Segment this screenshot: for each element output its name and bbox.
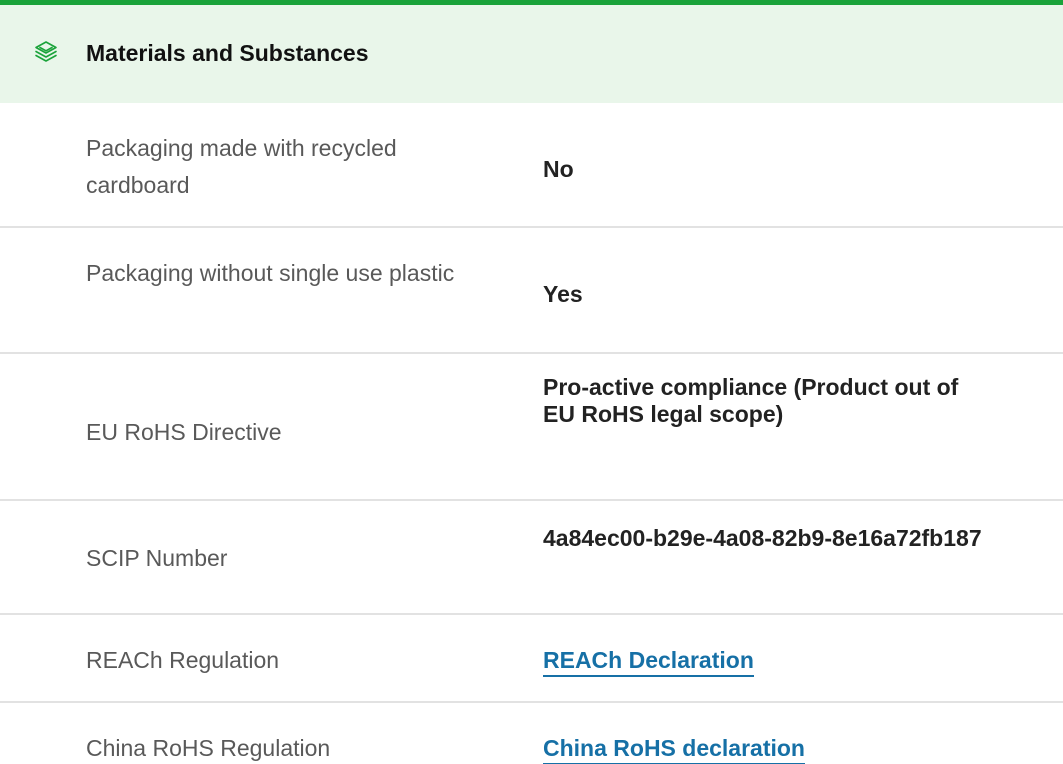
reach-declaration-link[interactable]: REACh Declaration <box>543 646 754 677</box>
section-header[interactable]: Materials and Substances <box>0 0 1063 103</box>
row-label: China RoHS Regulation <box>86 735 331 761</box>
layers-icon <box>33 39 59 65</box>
china-rohs-declaration-link[interactable]: China RoHS declaration <box>543 734 805 764</box>
table-row: Packaging made with recycled cardboard N… <box>0 103 1063 228</box>
table-row: EU RoHS Directive Pro-active compliance … <box>0 354 1063 501</box>
row-value: Pro-active compliance (Product out of EU… <box>543 374 959 427</box>
table-row: Packaging without single use plastic Yes <box>0 228 1063 354</box>
materials-substances-panel: Materials and Substances Packaging made … <box>0 0 1063 764</box>
row-label: Packaging without single use plastic <box>86 260 455 286</box>
row-label: SCIP Number <box>86 545 228 571</box>
row-label: EU RoHS Directive <box>86 419 282 445</box>
row-value: No <box>543 156 574 182</box>
table-row: China RoHS Regulation China RoHS declara… <box>0 703 1063 764</box>
table-row: REACh Regulation REACh Declaration <box>0 615 1063 703</box>
section-title: Materials and Substances <box>86 40 369 66</box>
row-label: REACh Regulation <box>86 647 280 673</box>
table-row: SCIP Number 4a84ec00-b29e-4a08-82b9-8e16… <box>0 501 1063 615</box>
row-value: Yes <box>543 281 583 307</box>
scip-number-value: 4a84ec00-b29e-4a08-82b9-8e16a72fb187 <box>543 525 982 551</box>
row-label: Packaging made with recycled cardboard <box>86 135 397 198</box>
